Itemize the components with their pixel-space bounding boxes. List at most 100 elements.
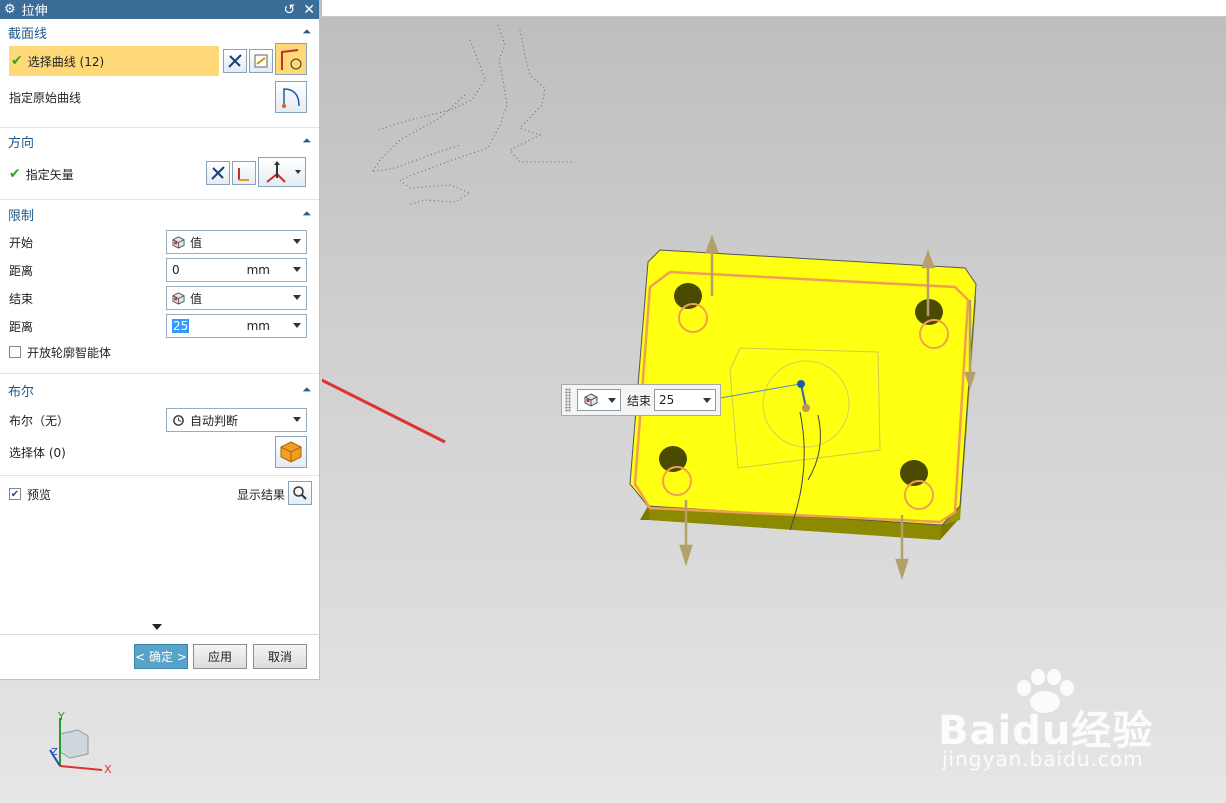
section-group: 截面线 ⏶ ✔ 选择曲线 (12) 指定原始曲线 bbox=[0, 19, 319, 128]
end-distance-value: 25 bbox=[172, 319, 190, 333]
start-option-value: 值 bbox=[190, 235, 203, 250]
expand-more-icon[interactable] bbox=[152, 624, 162, 630]
reverse-direction-button[interactable] bbox=[206, 161, 230, 185]
solid-body-icon bbox=[280, 441, 302, 463]
preview-label: 预览 bbox=[27, 487, 52, 502]
specify-vector-row: ✔ 指定矢量 bbox=[0, 154, 319, 194]
cancel-button[interactable]: 取消 bbox=[253, 644, 307, 669]
unit-label: mm bbox=[246, 263, 270, 277]
open-profile-checkbox[interactable] bbox=[9, 346, 21, 358]
curve-rule-button[interactable] bbox=[223, 49, 247, 73]
direction-header[interactable]: 方向 ⏶ bbox=[0, 128, 319, 154]
origin-curve-label: 指定原始曲线 bbox=[9, 90, 82, 105]
x-axis-label: X bbox=[104, 763, 112, 776]
start-option-dropdown[interactable]: 值 bbox=[166, 230, 307, 254]
select-body-button[interactable] bbox=[275, 436, 307, 468]
checkmark-icon: ✔ bbox=[9, 166, 21, 182]
end-distance-input[interactable]: 25 mm bbox=[166, 314, 307, 338]
boolean-dropdown[interactable]: 自动判断 bbox=[166, 408, 307, 432]
origin-curve-button[interactable] bbox=[275, 81, 307, 113]
drag-grip-icon[interactable] bbox=[565, 388, 571, 412]
divider bbox=[0, 634, 320, 635]
sketch-section-button[interactable] bbox=[249, 49, 273, 73]
select-body-label: 选择体 (0) bbox=[9, 445, 66, 460]
reset-icon[interactable]: ↺ bbox=[284, 2, 296, 18]
ok-button[interactable]: < 确定 > bbox=[134, 644, 188, 669]
end-distance-value: 25 bbox=[659, 393, 675, 407]
checkmark-icon: ✔ bbox=[11, 53, 23, 69]
collapse-caret-icon[interactable]: ⏶ bbox=[302, 383, 311, 397]
value-cube-icon bbox=[584, 393, 598, 407]
vector-dialog-button[interactable] bbox=[232, 161, 256, 185]
auto-infer-icon bbox=[173, 414, 184, 426]
preview-checkbox[interactable]: ✔ bbox=[9, 488, 21, 500]
curve-selection-button[interactable] bbox=[275, 43, 307, 75]
boolean-header[interactable]: 布尔 ⏶ bbox=[0, 374, 319, 406]
section-header[interactable]: 截面线 ⏶ bbox=[0, 19, 319, 45]
specify-vector-label: 指定矢量 bbox=[25, 167, 74, 182]
collapse-caret-icon[interactable]: ⏶ bbox=[302, 25, 311, 39]
collapse-caret-icon[interactable]: ⏶ bbox=[302, 134, 311, 148]
show-result-button[interactable] bbox=[288, 481, 312, 505]
value-cube-icon bbox=[172, 291, 185, 305]
end-distance-input[interactable]: 25 bbox=[654, 389, 717, 411]
triad-graphic bbox=[49, 718, 103, 771]
end-row: 结束 值 bbox=[0, 284, 319, 312]
curve-select-icon bbox=[281, 49, 302, 70]
boolean-label: 布尔（无） bbox=[9, 413, 70, 428]
gear-icon[interactable]: ⚙ bbox=[4, 2, 16, 17]
distance-label: 距离 bbox=[9, 263, 34, 278]
end-option-dropdown[interactable]: 值 bbox=[166, 286, 307, 310]
sketch-icon bbox=[254, 54, 268, 68]
chevron-down-icon bbox=[293, 239, 301, 244]
limits-group: 限制 ⏶ 开始 值 距离 0 mm 结束 值 距离 25 mm 开放轮廓智能体 bbox=[0, 200, 319, 374]
coordinate-triad: Y X Z bbox=[40, 710, 130, 780]
watermark: Baidu经验 jingyan.baidu.com bbox=[938, 668, 1178, 778]
preview-row: ✔ 预览 显示结果 bbox=[0, 476, 319, 512]
close-icon[interactable]: ✕ bbox=[303, 2, 315, 18]
collapse-caret-icon[interactable]: ⏶ bbox=[302, 207, 311, 221]
end-option-value: 值 bbox=[190, 291, 203, 306]
magnifier-icon bbox=[293, 486, 307, 500]
unit-label: mm bbox=[246, 319, 270, 333]
start-distance-input[interactable]: 0 mm bbox=[166, 258, 307, 282]
end-label: 结束 bbox=[9, 291, 34, 306]
inferred-vector-icon bbox=[266, 161, 286, 183]
open-profile-label: 开放轮廓智能体 bbox=[27, 345, 112, 360]
direction-header-label: 方向 bbox=[8, 135, 35, 151]
show-result-label: 显示结果 bbox=[236, 487, 285, 502]
vector-icon bbox=[238, 168, 249, 181]
dialog-titlebar: ⚙ 拉伸 ↺ ✕ bbox=[0, 0, 319, 19]
y-axis-label: Y bbox=[58, 710, 65, 723]
annotation-arrow bbox=[322, 378, 446, 444]
open-profile-row: 开放轮廓智能体 bbox=[0, 340, 319, 364]
sketch-curves bbox=[370, 24, 575, 206]
chevron-down-icon bbox=[293, 267, 301, 272]
origin-curve-icon bbox=[282, 88, 300, 108]
value-cube-icon bbox=[172, 235, 185, 249]
boolean-value: 自动判断 bbox=[190, 413, 239, 428]
start-distance-value: 0 bbox=[172, 263, 180, 277]
end-distance-row: 距离 25 mm bbox=[0, 312, 319, 340]
start-row: 开始 值 bbox=[0, 228, 319, 256]
boolean-header-label: 布尔 bbox=[8, 384, 35, 400]
extrude-dialog: ⚙ 拉伸 ↺ ✕ 截面线 ⏶ ✔ 选择曲线 (12) 指定原始曲线 方向 ⏶ ✔… bbox=[0, 0, 320, 680]
end-option-dropdown[interactable] bbox=[577, 389, 621, 411]
select-body-row: 选择体 (0) bbox=[0, 434, 319, 470]
vector-type-dropdown[interactable] bbox=[258, 157, 306, 187]
boolean-row: 布尔（无） 自动判断 bbox=[0, 406, 319, 434]
reverse-direction-icon bbox=[211, 166, 225, 180]
dialog-title: 拉伸 bbox=[21, 4, 48, 19]
direction-group: 方向 ⏶ ✔ 指定矢量 bbox=[0, 128, 319, 200]
end-label: 结束 bbox=[627, 393, 652, 408]
start-distance-row: 距离 0 mm bbox=[0, 256, 319, 284]
apply-button[interactable]: 应用 bbox=[193, 644, 247, 669]
origin-curve-row: 指定原始曲线 bbox=[0, 79, 319, 115]
chevron-down-icon bbox=[293, 295, 301, 300]
chevron-down-icon bbox=[293, 417, 301, 422]
distance-label: 距离 bbox=[9, 319, 34, 334]
select-curve-row[interactable]: ✔ 选择曲线 (12) bbox=[9, 46, 219, 76]
boolean-group: 布尔 ⏶ 布尔（无） 自动判断 选择体 (0) bbox=[0, 374, 319, 476]
z-axis-label: Z bbox=[51, 747, 58, 758]
limits-header[interactable]: 限制 ⏶ bbox=[0, 200, 319, 228]
